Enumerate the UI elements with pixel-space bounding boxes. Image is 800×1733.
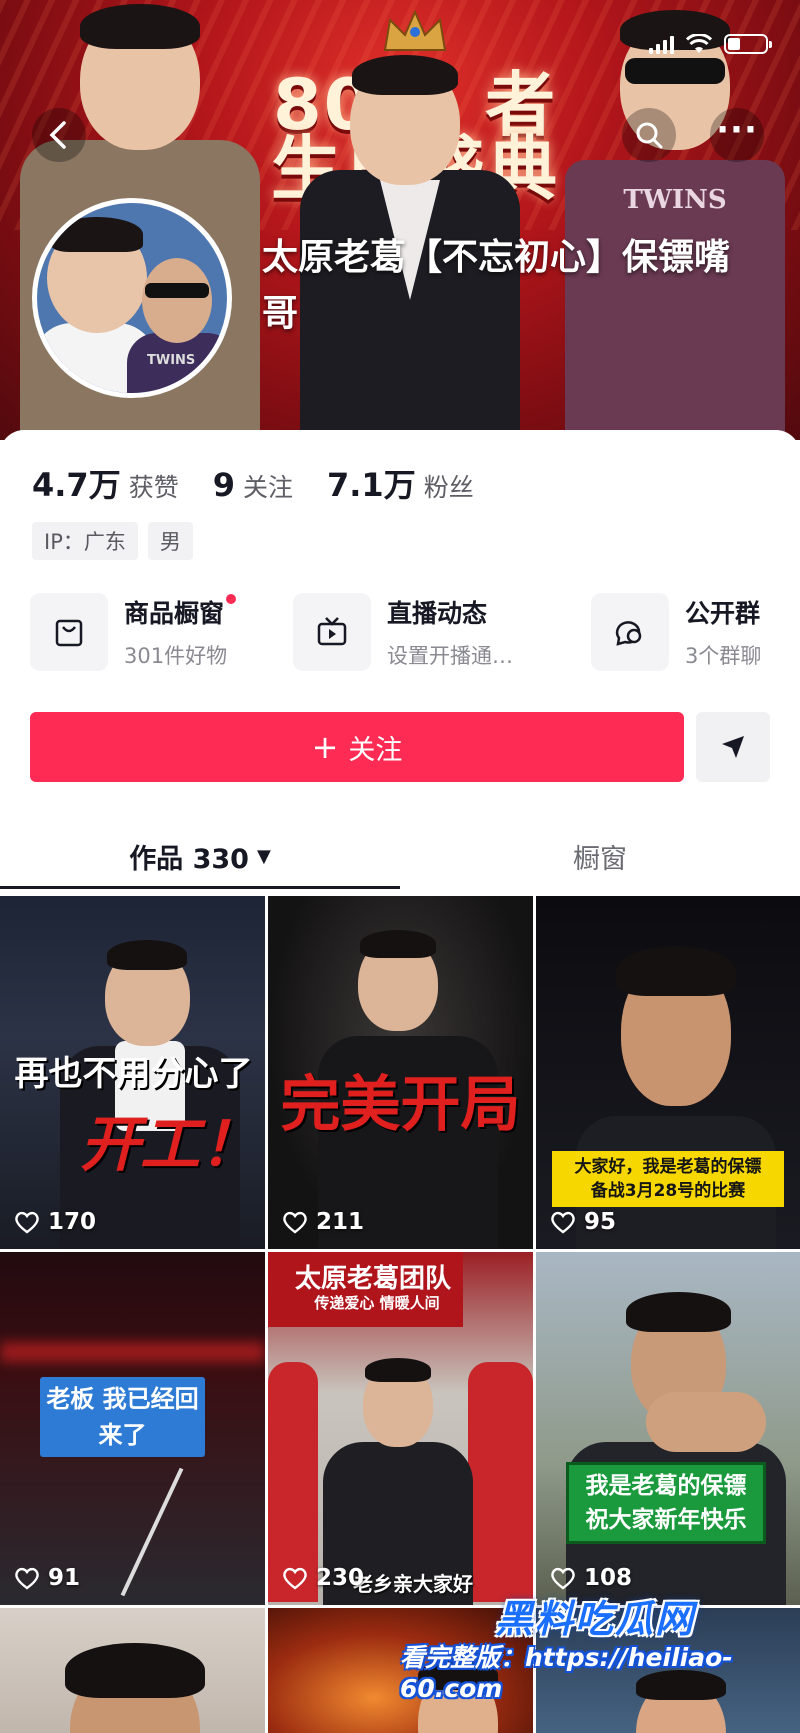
following-label: 关注 xyxy=(242,473,293,502)
video-thumbnail[interactable]: 再也不用分心了 开工！ 170 xyxy=(0,896,265,1249)
profile-tags: IP：广东 男 xyxy=(32,522,193,560)
video-thumbnail[interactable]: 我是老葛的保镖 祝大家新年快乐 108 xyxy=(536,1252,800,1605)
video-thumbnail[interactable]: 老板 我已经回来了 91 xyxy=(0,1252,265,1605)
status-bar xyxy=(649,33,772,54)
followers-label: 粉丝 xyxy=(423,473,474,502)
service-title: 商品橱窗 xyxy=(124,599,225,628)
battery-icon xyxy=(724,34,772,54)
video-thumbnail[interactable]: 大家好，我是老葛的保镖 备战3月28号的比赛 95 xyxy=(536,896,800,1249)
content-tabs: 作品 330 ▼ 橱窗 xyxy=(0,820,800,892)
video-likes: 230 xyxy=(282,1565,364,1591)
video-caption: 再也不用分心了 xyxy=(14,1054,253,1094)
profile-services: 商品橱窗 301件好物 直播动态 设置开播通… 公开群 3个群聊 xyxy=(30,592,770,672)
ip-location-tag: IP：广东 xyxy=(32,522,138,560)
service-title: 直播动态 xyxy=(387,599,488,628)
back-button[interactable] xyxy=(32,108,86,162)
cover-person-center xyxy=(300,0,520,440)
notification-dot xyxy=(226,594,237,604)
shirt-logo: TWINS xyxy=(623,185,727,215)
video-caption: 完美开局 xyxy=(280,1070,521,1140)
likes-stat[interactable]: 4.7万 获赞 xyxy=(32,460,179,506)
heart-icon xyxy=(15,1567,39,1590)
heart-icon xyxy=(15,1211,39,1234)
site-watermark: 黑料吃瓜网 看完整版：https://heiliao-60.com xyxy=(395,1570,795,1730)
search-button[interactable] xyxy=(622,108,676,162)
gender-tag: 男 xyxy=(147,522,193,560)
more-button[interactable]: ··· xyxy=(710,108,764,162)
followers-stat[interactable]: 7.1万 粉丝 xyxy=(327,460,474,506)
group-chat-icon xyxy=(615,621,642,646)
avatar[interactable]: TWINS xyxy=(32,198,232,398)
likes-label: 获赞 xyxy=(128,473,179,502)
video-caption: 老板 我已经回来了 xyxy=(40,1377,205,1457)
plus-icon: + xyxy=(311,728,339,766)
service-subtitle: 3个群聊 xyxy=(685,644,762,668)
watermark-brand: 黑料吃瓜网 xyxy=(495,1597,696,1641)
watermark-url: 看完整版：https://heiliao-60.com xyxy=(400,1643,733,1703)
follow-label: 关注 xyxy=(348,734,403,766)
search-icon xyxy=(636,122,663,149)
profile-info-card: 4.7万 获赞 9 关注 7.1万 粉丝 IP：广东 男 商品橱窗 301件好物 xyxy=(0,430,800,1733)
send-icon xyxy=(722,736,744,758)
share-button[interactable] xyxy=(696,712,770,782)
tab-shop-window[interactable]: 橱窗 xyxy=(400,820,800,892)
video-likes: 211 xyxy=(282,1209,364,1235)
video-thumbnail[interactable]: 完美开局 211 xyxy=(268,896,533,1249)
service-subtitle: 设置开播通… xyxy=(387,644,513,668)
active-tab-indicator xyxy=(0,886,400,889)
live-tv-icon xyxy=(317,617,347,646)
service-title: 公开群 xyxy=(685,599,761,628)
caret-down-icon: ▼ xyxy=(256,845,271,867)
video-likes: 170 xyxy=(14,1209,96,1235)
followers-count: 7.1万 xyxy=(327,466,416,504)
heart-icon xyxy=(283,1211,307,1234)
video-caption: 开工！ xyxy=(80,1110,260,1180)
profile-cover-banner: 808者 生日盛典 TWINS ··· xyxy=(0,0,800,440)
cover-person-right: TWINS xyxy=(565,0,785,440)
video-thumbnail[interactable] xyxy=(0,1608,265,1733)
video-caption: 传递爱心 情暖人间 xyxy=(314,1294,440,1312)
wifi-icon xyxy=(685,33,713,54)
service-subtitle: 301件好物 xyxy=(124,644,228,668)
following-count: 9 xyxy=(212,466,235,504)
profile-stats: 4.7万 获赞 9 关注 7.1万 粉丝 xyxy=(32,460,474,506)
video-caption: 太原老葛团队 xyxy=(294,1264,451,1294)
video-likes: 91 xyxy=(14,1565,80,1591)
avatar-shirt-logo: TWINS xyxy=(147,353,196,368)
follow-button[interactable]: + 关注 xyxy=(30,712,684,782)
chevron-left-icon xyxy=(49,121,66,149)
video-caption: 大家好，我是老葛的保镖 备战3月28号的比赛 xyxy=(552,1151,784,1207)
following-stat[interactable]: 9 关注 xyxy=(213,466,293,504)
service-shop-window[interactable]: 商品橱窗 301件好物 xyxy=(30,592,237,672)
video-caption: 我是老葛的保镖 祝大家新年快乐 xyxy=(566,1462,766,1544)
cellular-signal-icon xyxy=(649,34,674,54)
likes-count: 4.7万 xyxy=(32,466,121,504)
service-public-group[interactable]: 公开群 3个群聊 xyxy=(591,592,761,672)
service-live-updates[interactable]: 直播动态 设置开播通… xyxy=(293,592,513,672)
heart-icon xyxy=(283,1567,307,1590)
video-likes: 95 xyxy=(550,1209,616,1235)
shopping-bag-icon xyxy=(55,619,83,647)
video-thumbnail[interactable]: 太原老葛团队 传递爱心 情暖人间 老乡亲大家好 230 xyxy=(268,1252,533,1605)
heart-icon xyxy=(551,1211,575,1234)
tab-works[interactable]: 作品 330 ▼ xyxy=(0,820,400,892)
more-dots-icon: ··· xyxy=(716,110,758,150)
profile-username: 太原老葛【不忘初心】保镖嘴哥 xyxy=(262,237,731,334)
